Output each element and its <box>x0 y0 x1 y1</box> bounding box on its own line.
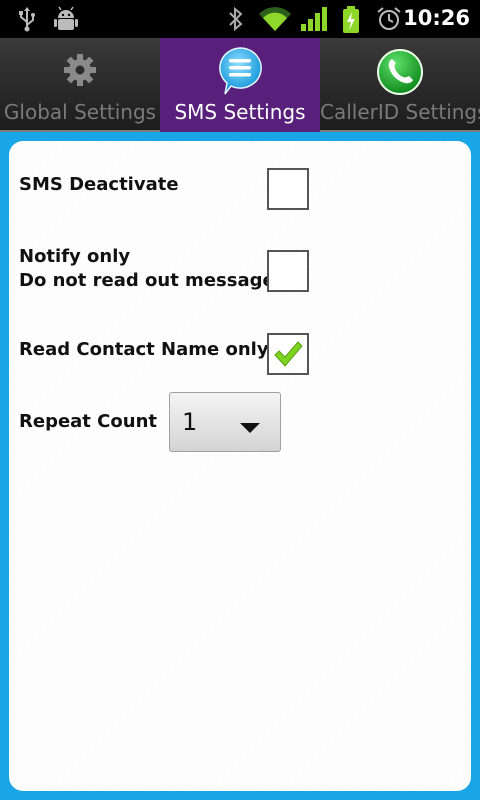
usb-icon <box>16 6 38 36</box>
bluetooth-icon <box>226 6 246 36</box>
sms-deactivate-label: SMS Deactivate <box>19 174 179 195</box>
tab-label: CallerID Settings <box>320 100 480 124</box>
tab-label: SMS Settings <box>174 100 306 124</box>
notify-only-label-line1: Notify only <box>19 246 131 267</box>
battery-charging-icon <box>342 6 360 38</box>
repeat-count-label: Repeat Count <box>19 411 157 432</box>
android-debug-icon <box>54 6 78 36</box>
tab-sms-settings[interactable]: SMS Settings <box>160 38 320 132</box>
notify-only-label: Notify only Do not read out message <box>19 245 275 293</box>
read-contact-name-label: Read Contact Name only <box>19 339 269 360</box>
settings-panel: SMS Deactivate Notify only Do not read o… <box>9 141 471 791</box>
repeat-count-dropdown[interactable]: 1 <box>169 392 281 452</box>
notify-only-label-line2: Do not read out message <box>19 270 275 291</box>
tab-bar: Global Settings SMS Settings CallerID Se… <box>0 38 480 132</box>
content-frame: SMS Deactivate Notify only Do not read o… <box>0 132 480 800</box>
tab-global-settings[interactable]: Global Settings <box>0 38 160 132</box>
dropdown-arrow-icon <box>240 418 260 437</box>
gear-icon <box>62 52 98 92</box>
alarm-icon <box>376 6 402 36</box>
phone-icon <box>376 48 424 100</box>
tab-callerid-settings[interactable]: CallerID Settings <box>320 38 480 132</box>
repeat-count-value: 1 <box>182 408 198 436</box>
sms-deactivate-checkbox[interactable] <box>267 168 309 210</box>
read-contact-name-checkbox[interactable] <box>267 333 309 375</box>
signal-icon <box>300 6 328 36</box>
status-bar: 10:26 <box>0 0 480 38</box>
checkmark-icon <box>274 341 303 367</box>
wifi-icon <box>258 6 292 36</box>
notify-only-checkbox[interactable] <box>267 250 309 292</box>
message-bubble-icon <box>217 46 263 100</box>
tab-label: Global Settings <box>3 100 157 124</box>
clock: 10:26 <box>403 6 470 30</box>
